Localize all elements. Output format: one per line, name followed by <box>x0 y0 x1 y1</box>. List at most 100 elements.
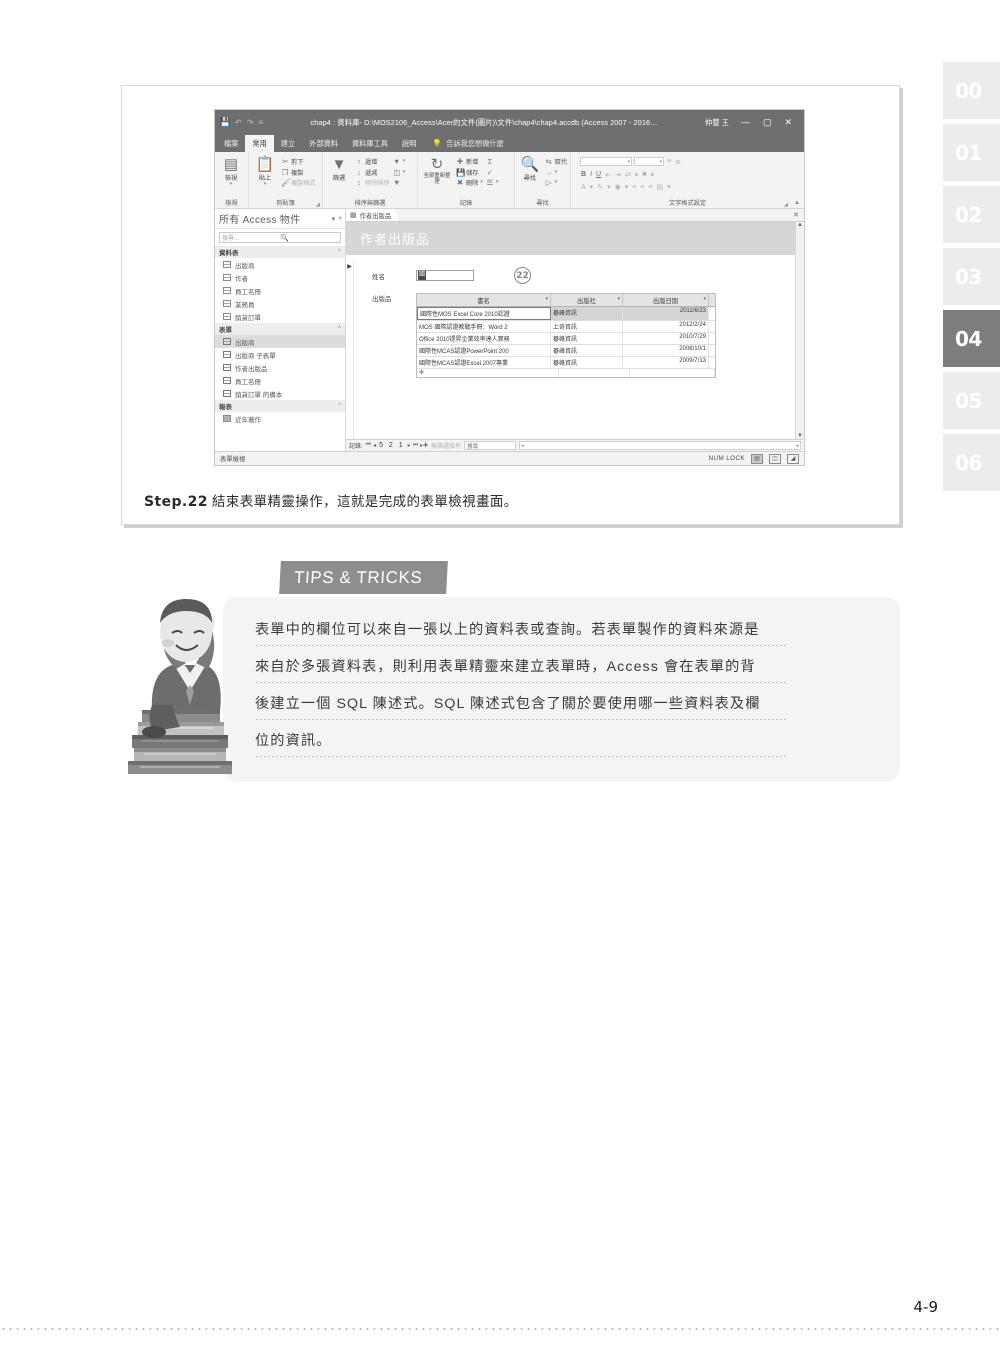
goto-button[interactable]: → ▾ <box>545 168 567 177</box>
chapter-tab-01[interactable]: 01 <box>943 124 1000 181</box>
table-row[interactable]: 國際性MCAS認證PowerPoint 200 碁峰資訊 2008/10/1 <box>417 345 715 357</box>
delete-record-button[interactable]: ✖ 刪除 ▾ <box>456 178 483 187</box>
tab-create[interactable]: 建立 <box>274 135 302 152</box>
background-color-icon[interactable]: ■ <box>641 171 647 178</box>
close-icon[interactable]: ✕ <box>788 209 804 221</box>
tab-database-tools[interactable]: 資料庫工具 <box>345 135 395 152</box>
record-search-input[interactable]: ◂ ▸ <box>519 441 801 450</box>
prev-record-icon[interactable]: ◂ <box>373 442 376 449</box>
nav-item-form-2[interactable]: 作者出版品 <box>215 361 345 374</box>
align-right-icon[interactable]: ≡ <box>647 184 653 191</box>
nav-item-table-4[interactable]: 銷貨訂單 <box>215 310 345 323</box>
next-record-icon[interactable]: ▸ <box>408 442 411 449</box>
close-button[interactable]: ✕ <box>784 117 792 128</box>
nav-item-table-3[interactable]: 業務員 <box>215 297 345 310</box>
scroll-left-icon[interactable]: ◂ <box>521 443 524 449</box>
align-left-icon[interactable]: ≡ <box>631 184 637 191</box>
find-button[interactable]: 🔍 尋找 <box>518 155 542 182</box>
chevron-down-icon[interactable]: ▾ <box>606 183 612 191</box>
increase-indent-icon[interactable]: ⇥ <box>614 171 622 179</box>
chapter-tab-05[interactable]: 05 <box>943 372 1000 429</box>
nav-group-reports[interactable]: 報表 ^ <box>215 400 345 412</box>
chevron-down-icon[interactable]: ▾ <box>649 171 655 179</box>
new-record-icon[interactable]: ▸✚ <box>420 442 428 449</box>
table-row[interactable]: 國際性MOS Excel Core 2010認證 碁峰資訊 2011/6/23 <box>417 307 715 321</box>
collapse-ribbon-icon[interactable]: ▲ <box>794 200 800 206</box>
chapter-tab-03[interactable]: 03 <box>943 248 1000 305</box>
clipboard-dialog-launcher-icon[interactable]: ◢ <box>316 202 320 208</box>
document-tab-author-publications[interactable]: ▦ 作者出版品 <box>346 209 400 221</box>
maximize-button[interactable]: ▢ <box>763 117 772 128</box>
filter-status[interactable]: 無篩選條件 <box>431 441 461 450</box>
more-records-button[interactable]: ☰ ▾ <box>486 178 499 187</box>
nav-item-table-2[interactable]: 員工名冊 <box>215 284 345 297</box>
chapter-tab-06[interactable]: 06 <box>943 434 1000 491</box>
record-arrow-icon[interactable]: ▶ <box>346 261 354 439</box>
nav-item-form-0[interactable]: 出版商 <box>215 335 345 348</box>
chevron-down-icon[interactable]: ▾ <box>624 183 630 191</box>
text-formatting-dialog-launcher-icon[interactable]: ◢ <box>784 202 788 208</box>
last-record-icon[interactable]: ⏭ <box>413 442 418 449</box>
chevron-down-icon[interactable]: ▾ <box>666 183 672 191</box>
refresh-all-button[interactable]: ↻ 全部重新整理 <box>421 155 453 185</box>
highlight-icon[interactable]: ✎ <box>596 183 604 191</box>
column-header-pubdate[interactable]: 出版日期 ▾ <box>623 294 709 306</box>
view-button[interactable]: ▤ 檢視 ▾ <box>218 155 244 187</box>
chevron-down-icon[interactable]: ▾ <box>589 183 595 191</box>
filter-button[interactable]: ▼ 篩選 <box>326 155 352 182</box>
record-position[interactable]: 5 2 1 <box>379 442 405 449</box>
tell-me-box[interactable]: 💡 告訴我您想做什麼 <box>423 135 503 152</box>
bold-icon[interactable]: B <box>580 171 587 178</box>
chapter-tab-04[interactable]: 04 <box>943 310 1000 367</box>
advanced-filter-button[interactable]: ▼ ▾ <box>393 157 405 166</box>
chevron-down-icon[interactable]: ▾ <box>545 296 548 302</box>
chevron-down-icon[interactable]: ▾ <box>617 296 620 302</box>
column-header-title[interactable]: 書名 ▾ <box>417 294 551 306</box>
scroll-up-icon[interactable]: ▲ <box>797 222 803 228</box>
chevron-down-icon[interactable]: ▾ <box>264 182 267 187</box>
minimize-button[interactable]: — <box>741 117 750 128</box>
italic-icon[interactable]: I <box>589 171 593 178</box>
sort-descending-button[interactable]: ↓ 遞減 <box>355 168 390 177</box>
column-header-publisher[interactable]: 出版社 ▾ <box>551 294 623 306</box>
nav-item-form-1[interactable]: 出版商 子表單 <box>215 348 345 361</box>
align-center-icon[interactable]: ≡ <box>639 184 645 191</box>
chapter-tab-02[interactable]: 02 <box>943 186 1000 243</box>
chapter-tab-00[interactable]: 00 <box>943 62 1000 119</box>
numbering-icon[interactable]: ≣ <box>674 158 682 166</box>
nav-item-table-0[interactable]: 出版商 <box>215 258 345 271</box>
tab-file[interactable]: 檔案 <box>217 135 245 152</box>
double-chevron-left-icon[interactable]: « <box>338 215 342 223</box>
redo-icon[interactable]: ↷ <box>247 118 254 127</box>
tab-external-data[interactable]: 外部資料 <box>302 135 345 152</box>
save-icon[interactable]: 💾 <box>219 117 232 128</box>
nav-group-tables[interactable]: 資料表 ^ <box>215 246 345 258</box>
select-button[interactable]: ▷ ▾ <box>545 178 567 187</box>
new-record-button[interactable]: ✚ 新增 <box>456 157 483 166</box>
customize-qat-icon[interactable]: ≡ <box>258 118 263 127</box>
chevron-down-icon[interactable]: ▾ <box>634 171 640 179</box>
cut-button[interactable]: ✂ 剪下 <box>281 157 316 166</box>
text-direction-icon[interactable]: ⇄ <box>624 171 632 179</box>
first-record-icon[interactable]: ⏮ <box>366 442 371 449</box>
save-record-button[interactable]: 💾 儲存 <box>456 168 483 177</box>
toggle-filter-button[interactable]: ◫ ▾ <box>393 168 405 177</box>
font-size-combobox[interactable]: ▾ <box>634 157 664 166</box>
scroll-down-icon[interactable]: ▼ <box>797 433 803 439</box>
tab-help[interactable]: 說明 <box>395 135 423 152</box>
chevron-down-icon[interactable]: ▾ <box>230 182 233 187</box>
font-color-icon[interactable]: A <box>580 184 587 191</box>
account-name[interactable]: 仲豐 王 <box>705 118 729 128</box>
layout-view-icon[interactable]: ◫ <box>769 453 781 464</box>
form-view-icon[interactable]: ▤ <box>751 453 763 464</box>
nav-item-form-4[interactable]: 銷貨訂單 的備本 <box>215 387 345 400</box>
paste-button[interactable]: 📋 貼上 ▾ <box>252 155 278 187</box>
design-view-icon[interactable]: ◢ <box>787 453 799 464</box>
font-family-combobox[interactable]: ▾ <box>580 157 632 166</box>
sort-ascending-button[interactable]: ↑ 遞增 <box>355 157 390 166</box>
table-row[interactable]: 國際性MCAS認證Excel 2007專業 碁峰資訊 2009/7/13 <box>417 357 715 369</box>
fill-color-icon[interactable]: ◉ <box>614 183 622 191</box>
nav-item-table-1[interactable]: 作者 <box>215 271 345 284</box>
nav-item-form-3[interactable]: 員工名冊 <box>215 374 345 387</box>
nav-group-forms[interactable]: 表單 ^ <box>215 323 345 335</box>
